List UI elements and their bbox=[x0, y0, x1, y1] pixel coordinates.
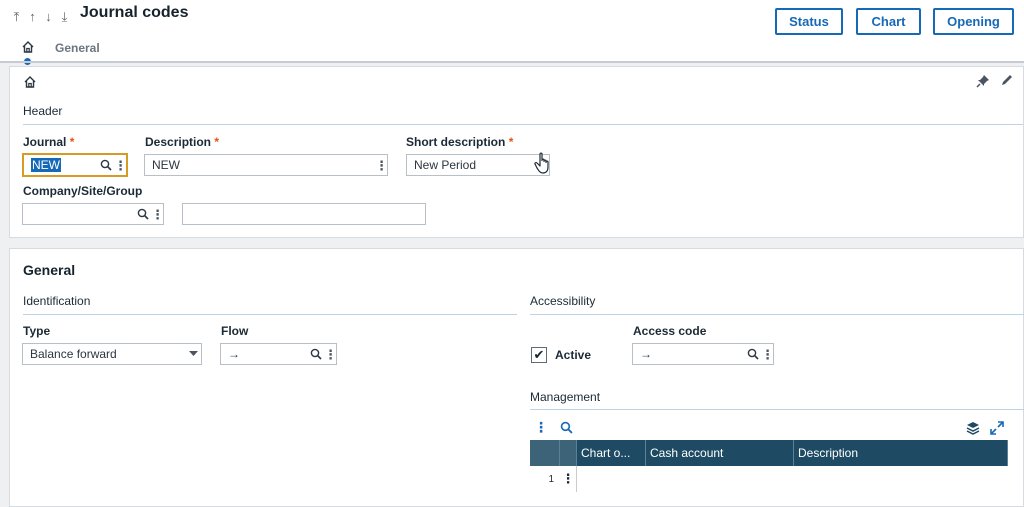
header-panel: Header Journal * NEW ⋮ Description * NEW… bbox=[9, 66, 1024, 238]
description-field[interactable]: NEW ⋮ bbox=[144, 154, 388, 176]
search-icon[interactable] bbox=[560, 421, 573, 434]
first-record-icon[interactable]: ⤒ bbox=[10, 9, 23, 25]
type-select[interactable]: Balance forward bbox=[22, 343, 202, 365]
column-cash-account[interactable]: Cash account bbox=[646, 440, 794, 466]
top-bar: ⤒ ↑ ↓ ⤓ Journal codes Status Chart Openi… bbox=[0, 0, 1024, 65]
access-code-label: Access code bbox=[633, 324, 707, 338]
more-vertical-icon[interactable]: ⋮ bbox=[324, 348, 337, 361]
search-icon[interactable] bbox=[135, 206, 151, 222]
required-mark: * bbox=[508, 135, 514, 149]
active-label: Active bbox=[555, 348, 592, 362]
management-grid: Chart o... Cash account Description 1 ⋮ bbox=[530, 440, 1008, 492]
journal-value: NEW bbox=[31, 158, 61, 172]
company-label: Company/Site/Group bbox=[23, 184, 143, 198]
journal-field[interactable]: NEW ⋮ bbox=[22, 153, 128, 177]
chart-button[interactable]: Chart bbox=[856, 8, 921, 35]
header-divider bbox=[23, 124, 1023, 125]
short-description-label: Short description * bbox=[406, 135, 514, 149]
search-icon[interactable] bbox=[308, 346, 324, 362]
opening-button[interactable]: Opening bbox=[933, 8, 1014, 35]
identification-divider bbox=[23, 314, 517, 315]
chevron-down-icon[interactable] bbox=[185, 346, 201, 362]
status-button[interactable]: Status bbox=[775, 8, 843, 35]
layers-icon[interactable] bbox=[966, 421, 980, 435]
tab-divider bbox=[0, 61, 1024, 63]
required-mark: * bbox=[214, 135, 220, 149]
page-title: Journal codes bbox=[80, 4, 189, 21]
more-vertical-icon[interactable]: ⋮ bbox=[375, 159, 388, 172]
tab-general[interactable]: General bbox=[55, 41, 100, 55]
description-value: NEW bbox=[152, 158, 180, 172]
home-icon[interactable] bbox=[21, 40, 35, 54]
accessibility-title: Accessibility bbox=[530, 294, 596, 308]
general-section-title: General bbox=[23, 262, 76, 278]
grid-actions-menu[interactable]: ⋮ bbox=[534, 419, 548, 436]
accessibility-divider bbox=[530, 314, 1024, 315]
more-vertical-icon[interactable]: ⋮ bbox=[114, 159, 127, 172]
company-field[interactable]: ⋮ bbox=[22, 203, 164, 225]
management-divider bbox=[530, 409, 1024, 410]
row-actions-menu[interactable]: ⋮ bbox=[560, 466, 577, 492]
record-navigation: ⤒ ↑ ↓ ⤓ bbox=[10, 9, 71, 25]
flow-field[interactable]: → ⋮ bbox=[220, 343, 337, 365]
grid-header-actions bbox=[560, 440, 577, 466]
identification-title: Identification bbox=[23, 294, 91, 308]
hand-cursor-icon bbox=[534, 152, 549, 174]
search-icon[interactable] bbox=[98, 157, 114, 173]
company-description-field bbox=[182, 203, 426, 225]
description-label: Description * bbox=[145, 135, 220, 149]
search-icon[interactable] bbox=[745, 346, 761, 362]
column-chart-of-accounts[interactable]: Chart o... bbox=[577, 440, 646, 466]
short-description-field[interactable]: New Period bbox=[406, 154, 550, 176]
more-vertical-icon[interactable]: ⋮ bbox=[151, 208, 164, 221]
general-panel: General Identification Type Balance forw… bbox=[9, 248, 1024, 507]
header-section-title: Header bbox=[23, 104, 63, 118]
more-vertical-icon[interactable]: ⋮ bbox=[761, 348, 774, 361]
pencil-icon[interactable] bbox=[1000, 73, 1014, 87]
active-checkbox[interactable]: ✔ bbox=[531, 347, 547, 363]
column-description[interactable]: Description bbox=[794, 440, 1008, 466]
short-description-value: New Period bbox=[414, 158, 477, 172]
access-code-value: → bbox=[640, 347, 652, 361]
type-label: Type bbox=[23, 324, 51, 338]
expand-icon[interactable] bbox=[990, 421, 1004, 435]
management-title: Management bbox=[530, 390, 601, 404]
pin-icon[interactable] bbox=[976, 74, 990, 88]
type-value: Balance forward bbox=[30, 347, 117, 361]
grid-header-number bbox=[530, 440, 560, 466]
next-record-icon[interactable]: ↓ bbox=[42, 9, 55, 25]
row-number: 1 bbox=[548, 473, 554, 485]
grid-header: Chart o... Cash account Description bbox=[530, 440, 1008, 466]
last-record-icon[interactable]: ⤓ bbox=[58, 9, 71, 25]
required-mark: * bbox=[69, 135, 75, 149]
home-icon[interactable] bbox=[23, 75, 37, 89]
previous-record-icon[interactable]: ↑ bbox=[26, 9, 39, 25]
flow-value: → bbox=[228, 347, 240, 361]
flow-label: Flow bbox=[221, 324, 249, 338]
access-code-field[interactable]: → ⋮ bbox=[632, 343, 774, 365]
table-row[interactable]: 1 ⋮ bbox=[530, 466, 1008, 492]
journal-label: Journal * bbox=[23, 135, 75, 149]
